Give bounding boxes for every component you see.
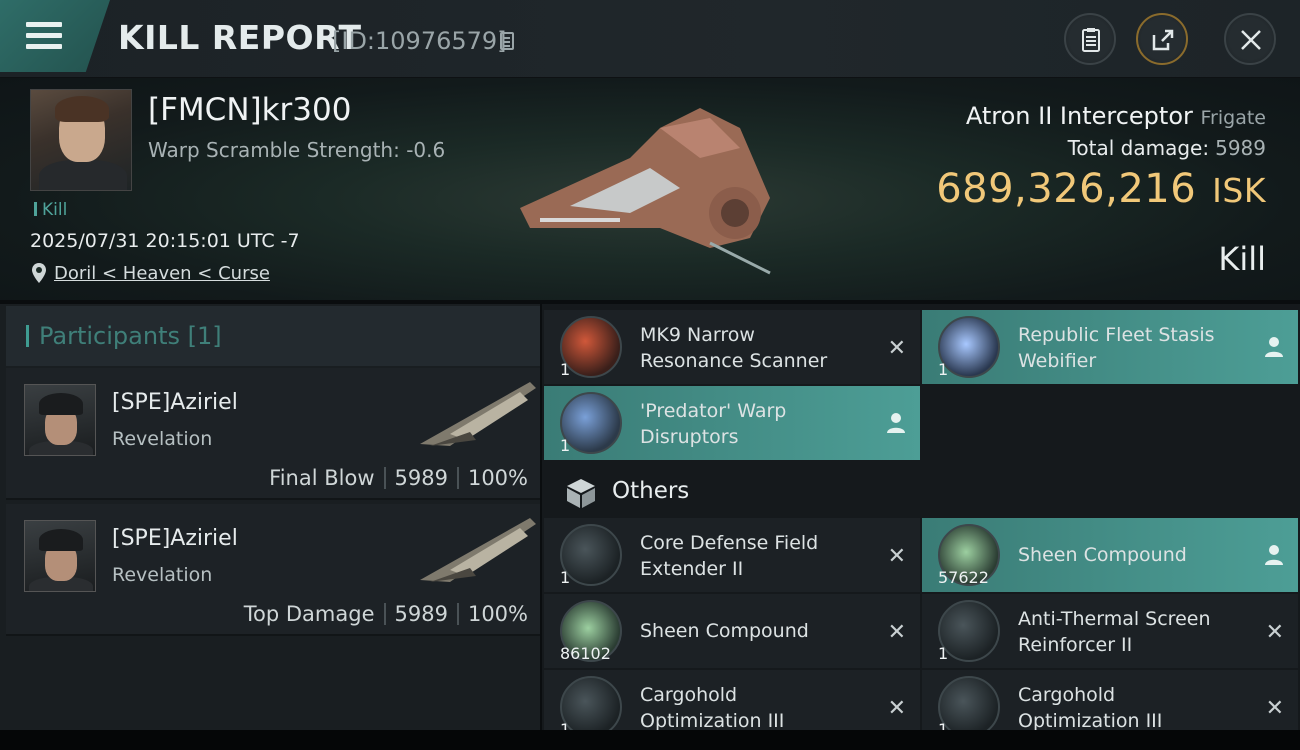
isk-amount: 689,326,216 (936, 166, 1197, 212)
item-name: Republic Fleet Stasis Webifier (1018, 324, 1215, 372)
victim-name[interactable]: [FMCN]kr300 (148, 92, 351, 128)
participant-role: Top Damage (243, 602, 375, 626)
ship-image (520, 108, 771, 275)
item-quantity: 1 (560, 568, 571, 587)
participant-role: Final Blow (269, 466, 375, 490)
item-row[interactable]: 1 Republic Fleet Stasis Webifier (922, 310, 1298, 384)
victim-portrait[interactable] (30, 89, 132, 191)
share-button[interactable] (1136, 13, 1188, 65)
participant-damage: 5989 (394, 466, 448, 490)
destroyed-icon: ✕ (1265, 696, 1284, 721)
destroyed-icon: ✕ (887, 336, 906, 361)
share-icon (1152, 29, 1174, 51)
copy-icon[interactable] (500, 32, 514, 50)
item-row[interactable]: 1 Anti-Thermal Screen Reinforcer II ✕ (922, 594, 1298, 668)
ship-name-text: Atron II Interceptor (965, 102, 1193, 130)
participants-header: Participants [1] (6, 306, 540, 366)
participant-name: [SPE]Aziriel (112, 390, 238, 415)
item-quantity: 1 (938, 360, 949, 379)
item-name: 'Predator' Warp Disruptors (640, 400, 787, 448)
participant-avatar[interactable] (24, 384, 96, 456)
close-button[interactable] (1224, 13, 1276, 65)
item-row[interactable]: 1 Core Defense Field Extender II ✕ (544, 518, 920, 592)
destroyed-icon: ✕ (887, 620, 906, 645)
participant-ship: Revelation (112, 564, 213, 586)
kill-datetime: 2025/07/31 20:15:01 UTC -7 (30, 230, 300, 252)
participant-name: [SPE]Aziriel (112, 526, 238, 551)
total-damage-value: 5989 (1215, 136, 1266, 160)
participants-panel: Participants [1] [SPE]Aziriel Revelation… (0, 304, 540, 730)
user-icon (1265, 545, 1283, 565)
others-section-title: Others (612, 478, 690, 504)
user-icon (887, 413, 905, 433)
item-row[interactable]: 57622 Sheen Compound (922, 518, 1298, 592)
total-damage: Total damage: 5989 (1068, 136, 1266, 160)
item-row[interactable]: 86102 Sheen Compound ✕ (544, 594, 920, 668)
item-name: MK9 Narrow Resonance Scanner (640, 324, 828, 372)
menu-icon (26, 22, 62, 55)
participant-percent: 100% (467, 602, 528, 626)
close-icon (1241, 30, 1261, 50)
menu-button[interactable] (0, 0, 110, 72)
cargo-box-icon (567, 479, 595, 508)
participant-row[interactable]: [SPE]Aziriel Revelation Final Blow 5989 10… (6, 368, 540, 500)
participant-ship-image (420, 382, 536, 446)
page-title: KILL REPORT (118, 18, 362, 57)
items-panel: 1 MK9 Narrow Resonance Scanner ✕ 1 Republ… (542, 304, 1300, 744)
item-quantity: 57622 (938, 568, 989, 587)
victim-summary: [FMCN]kr300 Warp Scramble Strength: -0.6… (0, 78, 1300, 302)
kill-tag: Kill (34, 200, 67, 220)
isk-value: 689,326,216 ISK (936, 166, 1266, 212)
clipboard-button[interactable] (1064, 13, 1116, 65)
ship-class: Frigate (1200, 107, 1266, 129)
item-name: Anti-Thermal Screen Reinforcer II (1018, 608, 1211, 656)
destroyed-icon: ✕ (887, 696, 906, 721)
item-name: Sheen Compound (1018, 544, 1187, 566)
result-label: Kill (1218, 240, 1266, 278)
user-icon (1265, 337, 1283, 357)
participant-percent: 100% (467, 466, 528, 490)
participant-stats: Top Damage 5989 100% (244, 602, 528, 626)
location-pin-icon (32, 263, 46, 283)
item-name: Cargohold Optimization III (640, 684, 785, 732)
item-quantity: 1 (938, 644, 949, 663)
destroyed-icon: ✕ (887, 544, 906, 569)
participant-ship-image (420, 518, 536, 582)
isk-unit: ISK (1212, 171, 1266, 210)
destroyed-icon: ✕ (1265, 620, 1284, 645)
participant-avatar[interactable] (24, 520, 96, 592)
item-quantity: 1 (560, 436, 571, 455)
participant-damage: 5989 (394, 602, 448, 626)
item-name: Core Defense Field Extender II (640, 532, 819, 580)
participant-ship: Revelation (112, 428, 213, 450)
item-name: Sheen Compound (640, 620, 809, 642)
item-name: Cargohold Optimization III (1018, 684, 1163, 732)
ship-name[interactable]: Atron II Interceptor Frigate (966, 102, 1266, 130)
participant-row[interactable]: [SPE]Aziriel Revelation Top Damage 5989 10… (6, 504, 540, 636)
total-damage-label: Total damage: (1067, 136, 1210, 160)
participants-title: Participants [1] (26, 322, 222, 350)
kill-id: [ID:10976579] (332, 27, 507, 55)
item-row[interactable]: 1 'Predator' Warp Disruptors (544, 386, 920, 460)
item-quantity: 86102 (560, 644, 611, 663)
item-row[interactable]: 1 MK9 Narrow Resonance Scanner ✕ (544, 310, 920, 384)
location-link[interactable]: Doril < Heaven < Curse (54, 263, 270, 284)
top-bar: KILL REPORT [ID:10976579] (0, 0, 1300, 78)
bottom-edge (0, 730, 1300, 750)
item-quantity: 1 (560, 360, 571, 379)
warp-scramble-strength: Warp Scramble Strength: -0.6 (148, 138, 446, 162)
participant-stats: Final Blow 5989 100% (269, 466, 528, 490)
clipboard-icon (1082, 28, 1100, 52)
